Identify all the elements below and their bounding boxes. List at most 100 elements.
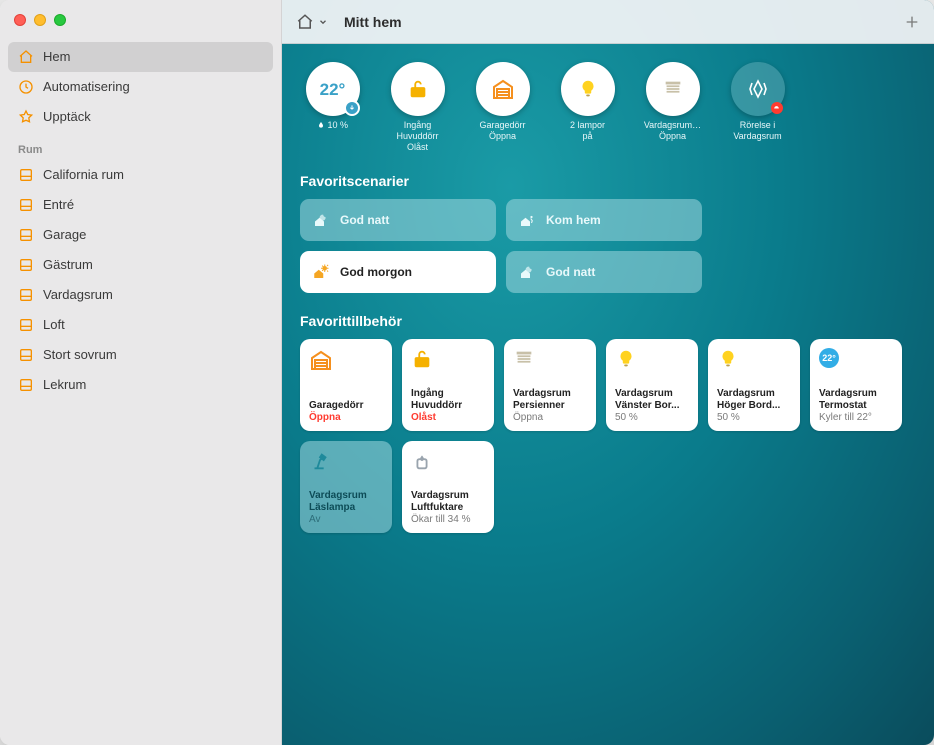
unlock-icon	[411, 348, 485, 370]
status-caption: Garagedörr Öppna	[479, 120, 525, 142]
room-icon	[18, 197, 34, 213]
arrow-down-icon	[344, 100, 360, 116]
scene-tile[interactable]: God natt	[300, 199, 496, 241]
zoom-window-button[interactable]	[54, 14, 66, 26]
accessory-status: Öppna	[513, 412, 587, 424]
morning-home-icon	[312, 263, 330, 281]
status-circle	[391, 62, 445, 116]
accessory-title: Vardagsrum	[411, 490, 485, 502]
sidebar-item-home[interactable]: Hem	[8, 42, 273, 72]
accessory-reading[interactable]: Vardagsrum Läslampa Av	[300, 441, 392, 533]
night-home-icon	[518, 263, 536, 281]
room-icon	[18, 287, 34, 303]
garage-icon	[491, 77, 515, 101]
accessory-status: Öppna	[309, 412, 383, 424]
accessory-subtitle: Termostat	[819, 400, 893, 412]
accessory-subtitle: Persienner	[513, 400, 587, 412]
main-content: Mitt hem 22° 10 % Ingång Huvuddörr Olåst	[282, 0, 934, 745]
accessory-garage[interactable]: Garagedörr Öppna	[300, 339, 392, 431]
home-selector[interactable]	[296, 13, 328, 31]
accessory-subtitle: Vänster Bor...	[615, 400, 689, 412]
sidebar-item-label: Gästrum	[43, 254, 93, 276]
sidebar-rooms-header: Rum	[0, 132, 281, 160]
sidebar-item-label: Upptäck	[43, 106, 91, 128]
status-circle	[561, 62, 615, 116]
accessory-lamp-right[interactable]: Vardagsrum Höger Bord... 50 %	[708, 339, 800, 431]
sidebar-item-label: Vardagsrum	[43, 284, 113, 306]
accessory-status: Kyler till 22°	[819, 412, 893, 424]
sidebar-room-item[interactable]: Loft	[8, 310, 273, 340]
bulb-icon	[577, 78, 599, 100]
sidebar-item-label: Entré	[43, 194, 74, 216]
sidebar-room-item[interactable]: Entré	[8, 190, 273, 220]
status-caption: Vardagsrum… Öppna	[644, 120, 701, 142]
status-lights-on[interactable]: 2 lampor på	[555, 62, 620, 142]
status-blinds-open[interactable]: Vardagsrum… Öppna	[640, 62, 705, 142]
climate-circle: 22°	[306, 62, 360, 116]
accessory-thermostat[interactable]: 22° Vardagsrum Termostat Kyler till 22°	[810, 339, 902, 431]
home-icon	[18, 49, 34, 65]
climate-humidity: 10 %	[317, 120, 348, 131]
scene-tile[interactable]: God natt	[506, 251, 702, 293]
alert-badge-icon	[771, 102, 783, 114]
sidebar-room-item[interactable]: Lekrum	[8, 370, 273, 400]
scene-label: Kom hem	[546, 213, 601, 227]
scene-label: God morgon	[340, 265, 412, 279]
sidebar-item-label: Hem	[43, 46, 70, 68]
minimize-window-button[interactable]	[34, 14, 46, 26]
room-icon	[18, 167, 34, 183]
sidebar-room-item[interactable]: Garage	[8, 220, 273, 250]
scene-tile[interactable]: Kom hem	[506, 199, 702, 241]
sidebar-room-item[interactable]: Gästrum	[8, 250, 273, 280]
status-circle	[646, 62, 700, 116]
add-button[interactable]	[904, 14, 920, 30]
room-icon	[18, 377, 34, 393]
status-climate[interactable]: 22° 10 %	[300, 62, 365, 131]
accessory-title: Garagedörr	[309, 400, 383, 412]
accessory-title: Vardagsrum	[615, 388, 689, 400]
climate-temp: 22°	[320, 84, 346, 95]
accessory-humidifier[interactable]: Vardagsrum Luftfuktare Ökar till 34 %	[402, 441, 494, 533]
home-icon	[296, 13, 314, 31]
accessory-entry-lock[interactable]: Ingång Huvuddörr Olåst	[402, 339, 494, 431]
toolbar: Mitt hem	[282, 0, 934, 44]
blinds-icon	[513, 348, 587, 370]
sidebar-room-item[interactable]: Vardagsrum	[8, 280, 273, 310]
sidebar-item-auto[interactable]: Automatisering	[8, 72, 273, 102]
chevron-down-icon	[318, 17, 328, 27]
accessory-title: Vardagsrum	[717, 388, 791, 400]
accessory-blinds[interactable]: Vardagsrum Persienner Öppna	[504, 339, 596, 431]
window-controls	[14, 14, 66, 26]
accessory-status: Ökar till 34 %	[411, 514, 485, 526]
scenes-header: Favoritscenarier	[300, 173, 916, 189]
close-window-button[interactable]	[14, 14, 26, 26]
accessory-subtitle: Luftfuktare	[411, 502, 485, 514]
sidebar-item-label: Loft	[43, 314, 65, 336]
status-caption: Rörelse i Vardagsrum	[733, 120, 781, 142]
sidebar-room-item[interactable]: Stort sovrum	[8, 340, 273, 370]
unlock-icon	[407, 78, 429, 100]
sidebar-item-label: Stort sovrum	[43, 344, 117, 366]
room-icon	[18, 317, 34, 333]
status-garage-door[interactable]: Garagedörr Öppna	[470, 62, 535, 142]
sidebar-item-discover[interactable]: Upptäck	[8, 102, 273, 132]
room-icon	[18, 257, 34, 273]
accessory-subtitle: Huvuddörr	[411, 400, 485, 412]
motion-icon	[746, 77, 770, 101]
accessory-subtitle: Höger Bord...	[717, 400, 791, 412]
humidifier-icon	[411, 450, 485, 472]
scene-tile[interactable]: God morgon	[300, 251, 496, 293]
status-motion[interactable]: Rörelse i Vardagsrum	[725, 62, 790, 142]
sidebar-room-item[interactable]: California rum	[8, 160, 273, 190]
status-entry-lock[interactable]: Ingång Huvuddörr Olåst	[385, 62, 450, 153]
sidebar-item-label: Garage	[43, 224, 86, 246]
bulb-icon	[615, 348, 689, 370]
accessory-title: Ingång	[411, 388, 485, 400]
bulb-icon	[717, 348, 791, 370]
accessories-header: Favorittillbehör	[300, 313, 916, 329]
status-caption: 2 lampor på	[570, 120, 605, 142]
night-home-icon	[312, 211, 330, 229]
accessory-lamp-left[interactable]: Vardagsrum Vänster Bor... 50 %	[606, 339, 698, 431]
sidebar: Hem Automatisering Upptäck Rum California …	[0, 0, 282, 745]
scene-label: God natt	[546, 265, 595, 279]
